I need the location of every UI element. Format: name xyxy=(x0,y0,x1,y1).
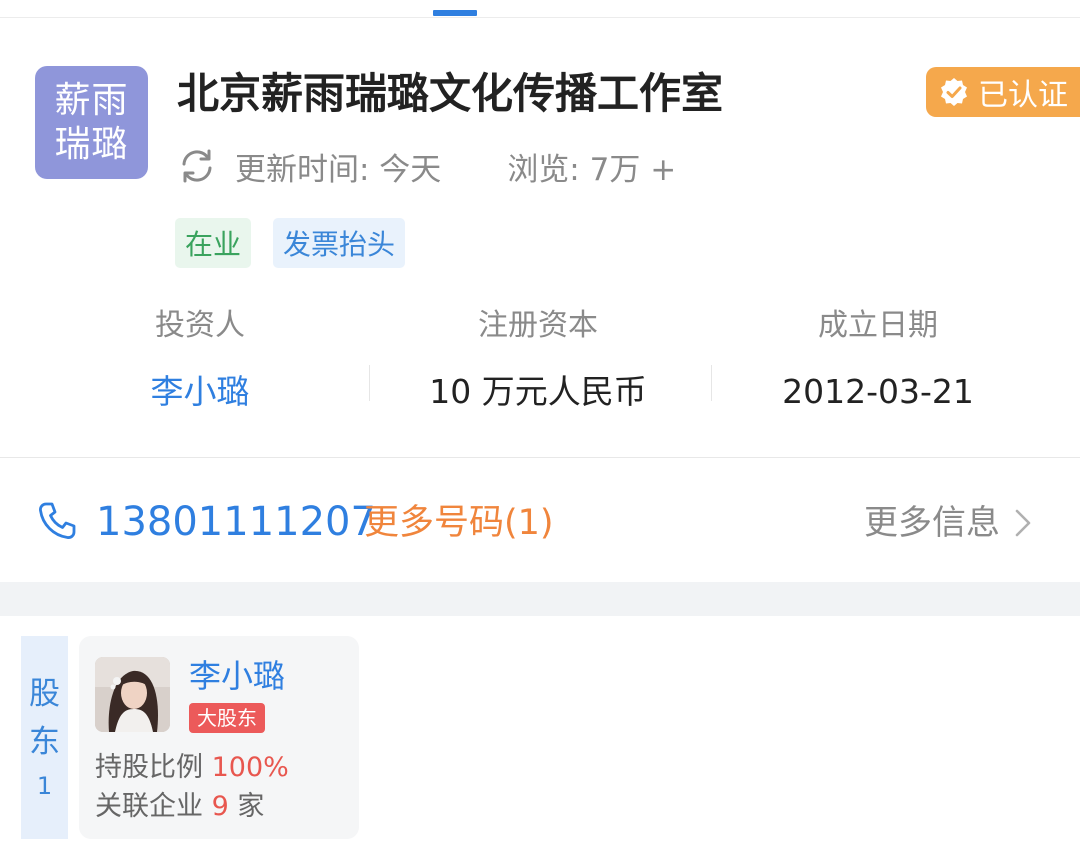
related-companies-unit: 家 xyxy=(237,791,265,822)
shareholders-section-label[interactable]: 股 东 1 xyxy=(21,636,68,839)
shareholding-ratio-label: 持股比例 xyxy=(95,752,203,783)
related-companies-count: 9 xyxy=(211,791,229,822)
founded-date-value: 2012-03-21 xyxy=(782,372,974,411)
shareholder-avatar xyxy=(95,657,170,732)
chevron-right-icon xyxy=(1015,509,1031,537)
shareholders-label-char1: 股 xyxy=(29,675,60,712)
logo-text-line1: 薪雨 xyxy=(54,79,129,121)
registered-capital-label: 注册资本 xyxy=(478,308,598,343)
shareholders-count: 1 xyxy=(36,771,53,800)
refresh-icon[interactable] xyxy=(177,146,217,186)
phone-icon[interactable] xyxy=(36,500,78,542)
investor-link[interactable]: 李小璐 xyxy=(30,370,370,414)
update-time: 更新时间: 今天 xyxy=(235,151,442,188)
certified-badge[interactable]: 已认证 xyxy=(926,67,1080,117)
status-tag[interactable]: 在业 xyxy=(175,218,252,268)
founded-date-label: 成立日期 xyxy=(818,308,938,343)
top-divider xyxy=(0,17,1080,18)
section-divider xyxy=(0,457,1080,458)
shareholders-label-char2: 东 xyxy=(29,723,60,760)
more-info-label: 更多信息 xyxy=(864,503,1000,543)
related-companies: 关联企业 9 家 xyxy=(95,788,264,826)
more-numbers-link[interactable]: 更多号码(1) xyxy=(364,498,554,548)
invoice-header-tag[interactable]: 发票抬头 xyxy=(273,218,406,268)
company-meta: 更新时间: 今天 浏览: 7万 + xyxy=(177,140,676,192)
section-gap xyxy=(0,582,1080,616)
verified-check-icon xyxy=(941,78,967,106)
shareholding-ratio-value: 100% xyxy=(211,752,289,783)
tab-indicator xyxy=(433,10,477,16)
company-logo: 薪雨 瑞璐 xyxy=(35,66,148,179)
shareholder-card[interactable]: 李小璐 大股东 持股比例 100% 关联企业 9 家 xyxy=(79,636,359,839)
registered-capital-value: 10 万元人民币 xyxy=(429,372,647,411)
phone-number[interactable]: 13801111207 xyxy=(96,496,376,548)
view-count: 浏览: 7万 + xyxy=(507,151,677,188)
more-info-link[interactable]: 更多信息 xyxy=(864,498,1032,548)
investor-label: 投资人 xyxy=(155,308,245,343)
major-shareholder-badge: 大股东 xyxy=(189,703,265,733)
shareholding-ratio: 持股比例 100% xyxy=(95,749,289,787)
shareholder-name[interactable]: 李小璐 xyxy=(189,654,285,698)
certified-label: 已认证 xyxy=(978,78,1068,113)
related-companies-label: 关联企业 xyxy=(95,791,203,822)
logo-text-line2: 瑞璐 xyxy=(54,123,129,165)
company-name: 北京薪雨瑞璐文化传播工作室 xyxy=(177,69,724,118)
